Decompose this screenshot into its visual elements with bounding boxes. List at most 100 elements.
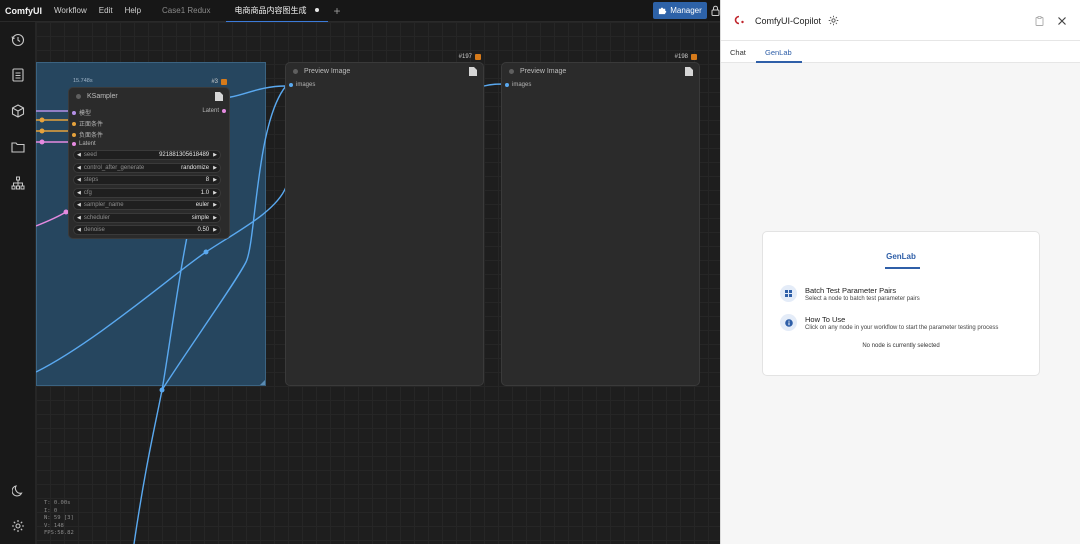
document-icon[interactable] (215, 92, 223, 101)
item-subtitle: Click on any node in your workflow to st… (805, 325, 999, 331)
widget-value: 0.50 (197, 227, 210, 233)
port-dot[interactable] (72, 121, 76, 126)
manager-label: Manager (670, 6, 702, 15)
document-list-icon[interactable] (9, 66, 27, 84)
widget-sampler-name[interactable]: ◀ sampler_name euler ▶ (73, 200, 221, 210)
preview-image-node[interactable]: #198 Preview Image images (501, 54, 700, 386)
cube-icon[interactable] (9, 102, 27, 120)
port-dot[interactable] (289, 83, 293, 87)
top-menu-bar: ComfyUI Workflow Edit Help Case1 Redux 电… (0, 0, 720, 22)
panel-title: ComfyUI-Copilot (755, 16, 822, 26)
increment-arrow-icon[interactable]: ▶ (213, 190, 217, 196)
port-dot[interactable] (72, 110, 76, 115)
collapse-dot-icon[interactable] (509, 68, 514, 74)
node-header[interactable]: Preview Image (502, 63, 699, 79)
widget-label: sampler_name (83, 202, 124, 208)
input-port-images[interactable]: images (289, 82, 315, 88)
moon-icon[interactable] (9, 481, 27, 499)
clipboard-icon[interactable] (1035, 16, 1044, 26)
widget-denoise[interactable]: ◀ denoise 0.50 ▶ (73, 225, 221, 235)
menu-workflow[interactable]: Workflow (54, 6, 87, 15)
folder-icon[interactable] (9, 138, 27, 156)
menu-help[interactable]: Help (125, 6, 141, 15)
widget-value: 8 (205, 177, 210, 183)
preview-image-node[interactable]: #197 Preview Image images (285, 54, 484, 386)
increment-arrow-icon[interactable]: ▶ (213, 215, 217, 221)
widget-cfg[interactable]: ◀ cfg 1.0 ▶ (73, 187, 221, 198)
render-stats: T: 0.00s I: 0 N: 59 [3] V: 148 FPS:58.82 (44, 500, 74, 538)
widget-label: control_after_generate (83, 164, 145, 171)
link-midpoint (39, 139, 45, 145)
decrement-arrow-icon[interactable]: ◀ (77, 152, 81, 158)
port-dot[interactable] (72, 142, 76, 146)
ksampler-node[interactable]: 15.748s #3 KSampler 模型 正面条件 负面条件 Latent … (68, 78, 230, 239)
link-midpoint (203, 249, 209, 255)
widget-value: 1.0 (200, 189, 210, 196)
settings-icon[interactable] (9, 517, 27, 535)
workflow-canvas[interactable]: 15.748s #3 KSampler 模型 正面条件 负面条件 Latent … (36, 22, 720, 544)
node-id-badge: #198 (675, 54, 697, 60)
workflow-tab-case1-redux[interactable]: Case1 Redux (153, 0, 219, 22)
widget-scheduler[interactable]: ◀ scheduler simple ▶ (73, 212, 221, 223)
node-header[interactable]: KSampler (69, 88, 229, 104)
plus-icon[interactable]: + (334, 4, 341, 18)
increment-arrow-icon[interactable]: ▶ (213, 177, 217, 183)
close-icon[interactable] (1057, 16, 1067, 26)
output-port-latent[interactable]: Latent (202, 108, 226, 114)
decrement-arrow-icon[interactable]: ◀ (77, 215, 81, 221)
manager-button[interactable]: Manager (653, 2, 707, 19)
tab-chat[interactable]: Chat (730, 48, 746, 57)
increment-arrow-icon[interactable]: ▶ (213, 152, 217, 158)
port-dot[interactable] (72, 132, 76, 137)
node-title: Preview Image (304, 67, 351, 75)
widget-value: 921881305618489 (159, 152, 210, 158)
input-port-positive[interactable]: 正面条件 (72, 119, 103, 128)
widget-label: steps (83, 177, 99, 183)
puzzle-icon (659, 7, 667, 15)
decrement-arrow-icon[interactable]: ◀ (77, 177, 81, 183)
menu-edit[interactable]: Edit (99, 6, 113, 15)
document-icon[interactable] (469, 67, 477, 76)
increment-arrow-icon[interactable]: ▶ (213, 227, 217, 233)
workflow-tab-active[interactable]: 电商商品内容图生成 (225, 0, 328, 22)
node-tree-icon[interactable] (9, 174, 27, 192)
port-dot[interactable] (222, 109, 226, 113)
port-label: 正面条件 (79, 122, 104, 128)
widget-value: simple (191, 214, 210, 221)
node-id-badge: #3 (211, 79, 227, 85)
link-wire (133, 201, 197, 544)
widget-control-after-generate[interactable]: ◀ control_after_generate randomize ▶ (73, 162, 221, 173)
input-port-negative[interactable]: 负面条件 (72, 130, 103, 139)
tab-genlab[interactable]: GenLab (765, 48, 792, 57)
increment-arrow-icon[interactable]: ▶ (213, 165, 217, 171)
collapse-dot-icon[interactable] (76, 93, 81, 99)
group-timing-label: 15.748s (73, 78, 93, 84)
link-midpoint (39, 117, 45, 123)
increment-arrow-icon[interactable]: ▶ (213, 202, 217, 208)
decrement-arrow-icon[interactable]: ◀ (77, 190, 81, 196)
collapse-dot-icon[interactable] (293, 68, 298, 74)
decrement-arrow-icon[interactable]: ◀ (77, 227, 81, 233)
input-port-images[interactable]: images (505, 82, 531, 88)
lock-icon[interactable] (711, 5, 720, 16)
widget-seed[interactable]: ◀ seed 921881305618489 ▶ (73, 150, 221, 160)
input-port-model[interactable]: 模型 (72, 108, 91, 117)
copilot-panel: ComfyUI-Copilot Chat GenLab GenLab Batch… (720, 0, 1080, 544)
widget-steps[interactable]: ◀ steps 8 ▶ (73, 175, 221, 185)
history-icon[interactable] (9, 31, 27, 49)
node-badge-icon (691, 54, 697, 60)
gear-icon[interactable] (828, 15, 839, 26)
active-tab-indicator (756, 61, 802, 63)
unsaved-dot-icon (314, 8, 319, 12)
workflow-tab-label: Case1 Redux (162, 6, 211, 15)
port-dot[interactable] (505, 83, 509, 87)
decrement-arrow-icon[interactable]: ◀ (77, 165, 81, 171)
item-subtitle: Select a node to batch test parameter pa… (805, 296, 920, 302)
document-icon[interactable] (685, 67, 693, 76)
input-port-latent[interactable]: Latent (72, 141, 96, 147)
node-header[interactable]: Preview Image (286, 63, 483, 79)
item-title: Batch Test Parameter Pairs (805, 286, 897, 295)
app-brand[interactable]: ComfyUI (5, 6, 42, 16)
decrement-arrow-icon[interactable]: ◀ (77, 202, 81, 208)
node-badge-icon (221, 79, 227, 85)
